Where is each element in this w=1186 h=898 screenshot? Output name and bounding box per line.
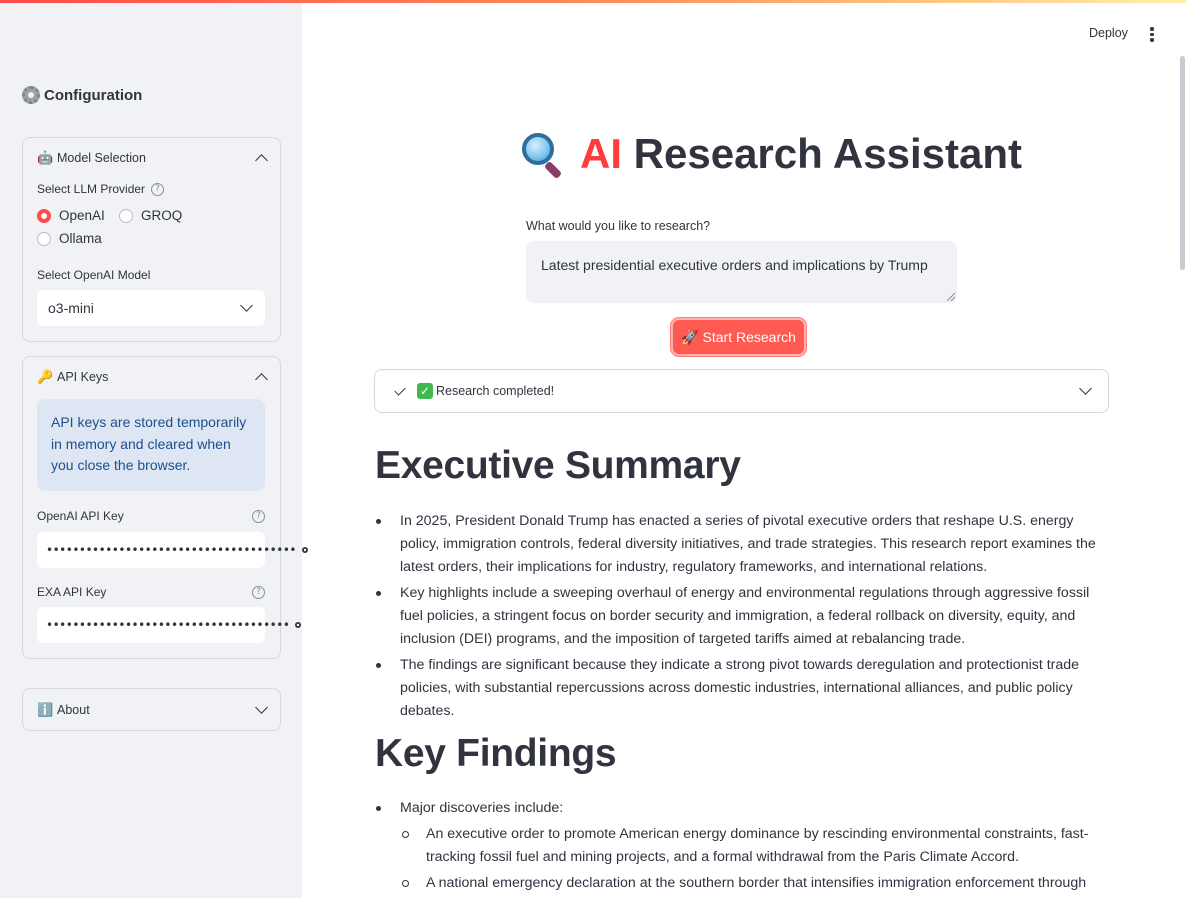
query-value: Latest presidential executive orders and… bbox=[541, 257, 928, 273]
provider-label: Select LLM Provider bbox=[37, 182, 146, 196]
status-text: Research completed! bbox=[436, 384, 555, 398]
radio-ollama[interactable]: Ollama bbox=[37, 231, 102, 246]
model-select-value: o3-mini bbox=[48, 300, 94, 316]
list-item: Major discoveries include: An executive … bbox=[375, 797, 1110, 895]
radio-groq[interactable]: GROQ bbox=[119, 208, 182, 223]
green-check-icon: ✓ bbox=[417, 383, 433, 399]
api-keys-header[interactable]: 🔑 API Keys bbox=[23, 357, 280, 397]
rocket-icon: 🚀 bbox=[681, 328, 699, 345]
about-header[interactable]: ℹ️ About bbox=[23, 689, 280, 730]
title-rest: Research Assistant bbox=[633, 130, 1022, 177]
scrollbar[interactable] bbox=[1180, 56, 1185, 270]
key-findings-list: Major discoveries include: An executive … bbox=[375, 797, 1110, 898]
heading-executive-summary: Executive Summary bbox=[375, 444, 741, 487]
checkmark-icon bbox=[394, 383, 406, 396]
model-select[interactable]: o3-mini bbox=[37, 290, 265, 326]
sidebar-title-text: Configuration bbox=[44, 86, 143, 104]
exa-key-value: ••••••••••••••••••••••••••••••••••••• bbox=[46, 618, 290, 632]
chevron-up-icon[interactable] bbox=[255, 154, 268, 167]
key-findings-sublist: An executive order to promote American e… bbox=[400, 823, 1110, 895]
openai-key-value: •••••••••••••••••••••••••••••••••••••• bbox=[46, 543, 296, 557]
radio-selected-icon[interactable] bbox=[37, 208, 51, 223]
exa-key-input[interactable]: ••••••••••••••••••••••••••••••••••••• bbox=[37, 607, 302, 643]
query-textarea[interactable]: Latest presidential executive orders and… bbox=[526, 241, 957, 303]
list-item: An executive order to promote American e… bbox=[400, 823, 1110, 869]
help-icon[interactable]: ? bbox=[252, 509, 265, 523]
heading-key-findings: Key Findings bbox=[375, 732, 617, 775]
robot-icon: 🤖 bbox=[37, 150, 54, 165]
chevron-down-icon[interactable] bbox=[1079, 382, 1092, 395]
list-item: The findings are significant because the… bbox=[375, 654, 1110, 723]
openai-key-input[interactable]: •••••••••••••••••••••••••••••••••••••• bbox=[37, 532, 308, 568]
start-research-button[interactable]: 🚀 Start Research bbox=[671, 318, 806, 356]
radio-openai[interactable]: OpenAI bbox=[37, 208, 105, 223]
api-keys-info: API keys are stored temporarily in memor… bbox=[37, 399, 265, 491]
sidebar-title: Configuration bbox=[22, 86, 142, 104]
chevron-up-icon[interactable] bbox=[255, 373, 268, 386]
gear-icon bbox=[22, 86, 40, 104]
help-icon[interactable]: ? bbox=[252, 585, 265, 599]
radio-openai-label: OpenAI bbox=[59, 208, 105, 223]
model-label: Select OpenAI Model bbox=[37, 268, 151, 282]
magnifier-icon bbox=[520, 131, 566, 180]
list-item: A national emergency declaration at the … bbox=[400, 872, 1110, 895]
executive-summary-list: In 2025, President Donald Trump has enac… bbox=[375, 510, 1110, 726]
key-findings-intro: Major discoveries include: bbox=[400, 800, 564, 816]
chevron-down-icon[interactable] bbox=[240, 299, 253, 312]
model-selection-title: Model Selection bbox=[57, 151, 146, 165]
openai-key-label-row: OpenAI API Key ? bbox=[37, 509, 265, 523]
help-icon[interactable]: ? bbox=[151, 182, 165, 196]
exa-key-label: EXA API Key bbox=[37, 585, 107, 599]
kebab-menu-icon[interactable] bbox=[1150, 27, 1154, 44]
title-ai: AI bbox=[580, 130, 622, 177]
list-item: Key highlights include a sweeping overha… bbox=[375, 582, 1110, 651]
radio-unselected-icon[interactable] bbox=[37, 231, 51, 246]
list-item: In 2025, President Donald Trump has enac… bbox=[375, 510, 1110, 579]
resize-grip-icon[interactable] bbox=[947, 293, 955, 301]
about-panel[interactable]: ℹ️ About bbox=[22, 688, 281, 731]
key-icon: 🔑 bbox=[37, 369, 54, 384]
query-label: What would you like to research? bbox=[526, 219, 711, 233]
chevron-down-icon[interactable] bbox=[255, 700, 268, 714]
radio-unselected-icon[interactable] bbox=[119, 208, 133, 223]
exa-key-label-row: EXA API Key ? bbox=[37, 585, 265, 599]
openai-key-label: OpenAI API Key bbox=[37, 509, 124, 523]
about-title: About bbox=[57, 702, 90, 717]
deploy-button[interactable]: Deploy bbox=[1089, 26, 1128, 40]
radio-groq-label: GROQ bbox=[141, 208, 183, 223]
info-icon: ℹ️ bbox=[37, 701, 54, 717]
model-selection-header[interactable]: 🤖 Model Selection bbox=[23, 138, 280, 178]
research-status-expander[interactable]: ✓ Research completed! bbox=[374, 369, 1109, 413]
radio-ollama-label: Ollama bbox=[59, 231, 102, 246]
provider-label-row: Select LLM Provider ? bbox=[37, 182, 165, 196]
page-title: AI Research Assistant bbox=[520, 130, 1022, 180]
api-keys-title: API Keys bbox=[57, 370, 109, 384]
start-research-label: Start Research bbox=[702, 329, 796, 345]
